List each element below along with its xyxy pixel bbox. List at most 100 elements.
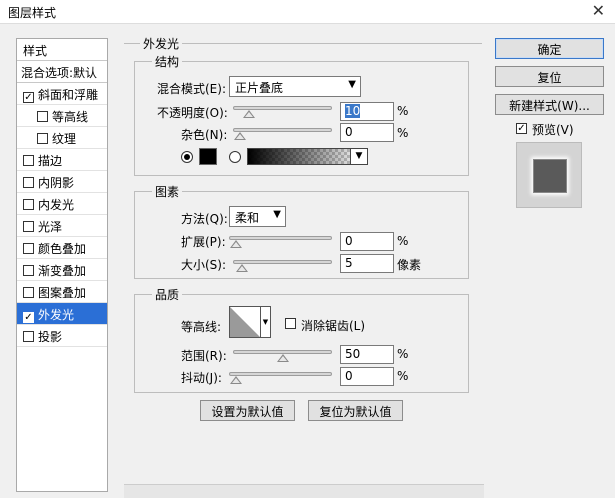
size-slider-thumb[interactable] [235,264,248,272]
style-item-checkbox[interactable] [23,243,34,254]
style-item-checkbox[interactable] [23,177,34,188]
range-slider-thumb[interactable] [276,354,289,362]
jitter-label: 抖动(J): [181,371,222,385]
style-item[interactable]: 图案叠加 [17,281,107,303]
spread-slider-thumb[interactable] [230,240,242,248]
style-item-label: 投影 [38,330,63,344]
contour-curve-icon [230,307,260,337]
spread-unit: % [397,234,409,248]
reset-button[interactable]: 复位 [495,66,604,87]
style-item-label: 光泽 [38,220,63,234]
jitter-slider-thumb[interactable] [230,376,242,384]
opacity-slider[interactable] [233,106,332,118]
spread-slider[interactable] [229,236,332,248]
set-default-button[interactable]: 设置为默认值 [200,400,295,421]
gradient-radio[interactable] [229,151,241,163]
style-item-checkbox[interactable] [23,199,34,210]
close-icon[interactable]: ✕ [592,1,605,20]
blend-options-item[interactable]: 混合选项:默认 [17,61,107,83]
title-bar: 图层样式 ✕ [0,0,615,24]
style-item-checkbox[interactable] [37,111,48,122]
chevron-down-icon: ▼ [273,209,281,220]
jitter-slider[interactable] [229,372,332,384]
range-label: 范围(R): [181,349,227,363]
size-slider[interactable] [233,260,332,272]
noise-value: 0 [345,125,353,139]
style-item[interactable]: 内阴影 [17,171,107,193]
antialias-label[interactable]: 消除锯齿(L) [301,317,365,334]
opacity-slider-thumb[interactable] [242,110,255,118]
spread-input[interactable]: 0 [340,232,394,251]
noise-unit: % [397,126,409,140]
style-list-header[interactable]: 样式 [17,39,107,61]
horizontal-scrollbar[interactable] [124,484,484,498]
style-item-label: 图案叠加 [38,286,87,300]
spread-value: 0 [345,234,353,248]
chevron-down-icon: ▼ [348,79,356,90]
gradient-preview[interactable] [247,148,367,165]
style-item-label: 外发光 [38,308,75,322]
blend-mode-value: 正片叠底 [235,81,284,95]
size-value: 5 [345,256,353,270]
style-item-checkbox[interactable] [23,265,34,276]
opacity-label: 不透明度(O): [157,106,228,120]
size-label: 大小(S): [181,258,227,272]
style-item-checkbox[interactable]: ✓ [23,312,34,323]
preview-square [533,159,567,193]
style-item[interactable]: 描边 [17,149,107,171]
style-item[interactable]: 内发光 [17,193,107,215]
style-item-label: 内发光 [38,198,75,212]
technique-select[interactable]: 柔和 ▼ [229,206,286,227]
contour-picker[interactable] [229,306,261,338]
noise-input[interactable]: 0 [340,123,394,142]
range-slider[interactable] [233,350,332,362]
range-input[interactable]: 50 [340,345,394,364]
style-item-checkbox[interactable] [37,133,48,144]
new-style-button[interactable]: 新建样式(W)... [495,94,604,115]
style-item[interactable]: 纹理 [17,127,107,149]
technique-value: 柔和 [235,211,260,225]
contour-dropdown-icon[interactable]: ▼ [261,306,271,338]
structure-legend: 结构 [152,53,183,70]
style-item-label: 颜色叠加 [38,242,87,256]
quality-legend: 品质 [152,286,183,303]
opacity-input[interactable]: 10 [340,102,394,121]
antialias-checkbox[interactable] [285,318,296,329]
window-title: 图层样式 [8,6,57,20]
noise-slider[interactable] [233,128,332,140]
noise-slider-thumb[interactable] [234,132,246,140]
style-item[interactable]: 渐变叠加 [17,259,107,281]
preview-checkbox[interactable]: ✓ [516,123,527,134]
opacity-unit: % [397,104,409,118]
preview-label[interactable]: 预览(V) [532,121,574,138]
elements-legend: 图素 [152,183,183,200]
jitter-input[interactable]: 0 [340,367,394,386]
style-item-checkbox[interactable] [23,287,34,298]
jitter-value: 0 [345,369,353,383]
style-item[interactable]: 投影 [17,325,107,347]
blend-mode-select[interactable]: 正片叠底 ▼ [229,76,361,97]
glow-color-swatch[interactable] [199,148,217,165]
technique-label: 方法(Q): [181,212,228,226]
size-input[interactable]: 5 [340,254,394,273]
style-item[interactable]: 等高线 [17,105,107,127]
style-item[interactable]: ✓ 斜面和浮雕 [17,83,107,105]
style-preview-thumbnail [516,142,582,208]
style-item-checkbox[interactable] [23,155,34,166]
style-item-label: 内阴影 [38,176,75,190]
style-item[interactable]: 颜色叠加 [17,237,107,259]
style-item-checkbox[interactable]: ✓ [23,92,34,103]
style-item-label: 描边 [38,154,63,168]
ok-button[interactable]: 确定 [495,38,604,59]
style-item-checkbox[interactable] [23,221,34,232]
noise-label: 杂色(N): [181,128,228,142]
reset-default-button[interactable]: 复位为默认值 [308,400,403,421]
range-unit: % [397,347,409,361]
style-item[interactable]: 光泽 [17,215,107,237]
style-item-checkbox[interactable] [23,331,34,342]
panel-title: 外发光 [140,35,183,52]
solid-color-radio[interactable] [181,151,193,163]
style-list: 样式 混合选项:默认 ✓ 斜面和浮雕 等高线 纹理描边内阴影内发光光泽颜色叠加渐变叠加… [16,38,108,492]
style-item[interactable]: ✓ 外发光 [17,303,107,325]
gradient-dropdown-icon[interactable]: ▼ [350,148,368,165]
